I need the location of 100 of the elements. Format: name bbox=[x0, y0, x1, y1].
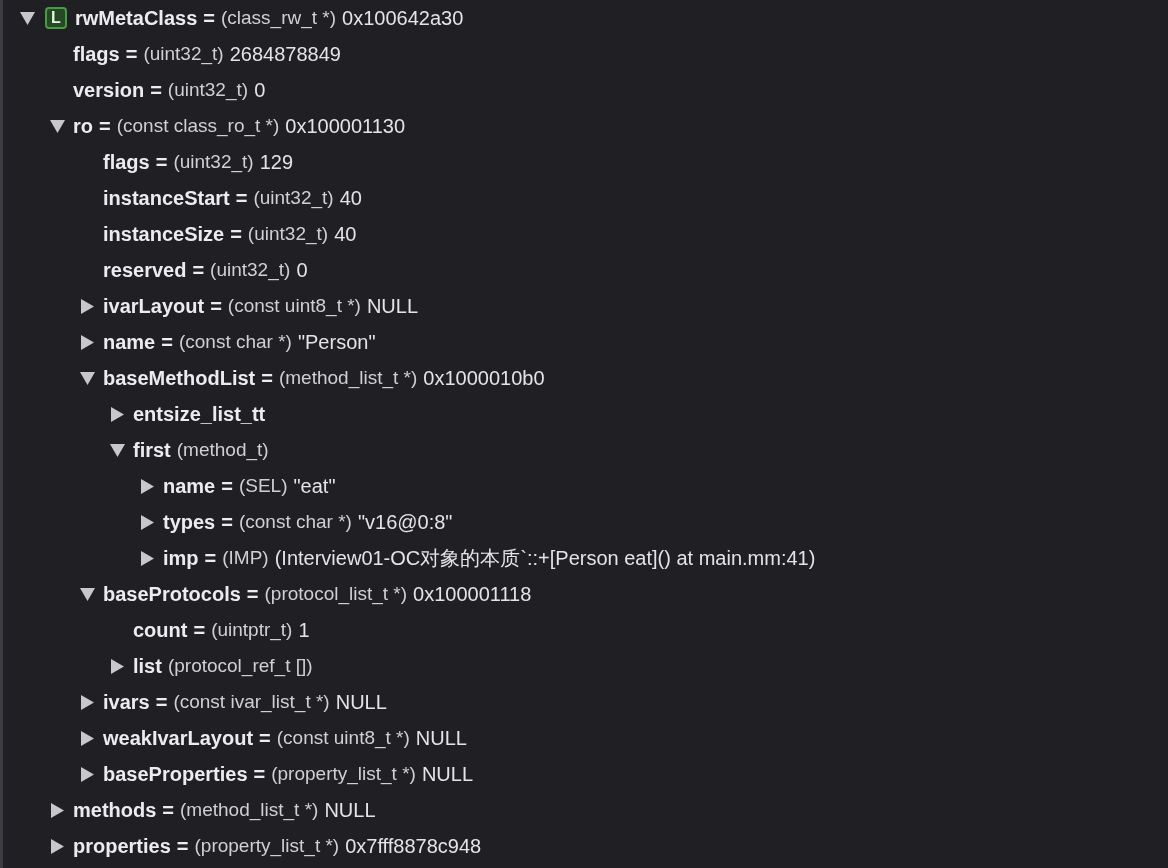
variable-type: (IMP) bbox=[222, 547, 269, 569]
variable-name: name bbox=[103, 330, 156, 354]
variable-value: NULL bbox=[366, 294, 419, 318]
variable-type: (uint32_t) bbox=[167, 79, 249, 101]
equals-sign: = bbox=[150, 78, 162, 102]
collapsed-triangle-icon[interactable] bbox=[80, 766, 95, 782]
equals-sign: = bbox=[99, 114, 111, 138]
collapsed-triangle-icon[interactable] bbox=[80, 694, 95, 710]
variable-value: 0 bbox=[296, 258, 308, 282]
equals-sign: = bbox=[176, 834, 189, 858]
variable-type: (uint32_t) bbox=[210, 259, 291, 281]
expanded-triangle-icon[interactable] bbox=[80, 586, 95, 602]
collapsed-triangle-icon[interactable] bbox=[50, 838, 65, 854]
variable-type: (const ivar_list_t *) bbox=[173, 691, 330, 713]
expanded-triangle-icon[interactable] bbox=[80, 370, 95, 386]
variable-type: (const uint8_t *) bbox=[227, 295, 361, 317]
variable-type: (class_rw_t *) bbox=[220, 7, 337, 29]
variable-type: (const char *) bbox=[178, 331, 292, 353]
variable-name: ro bbox=[73, 114, 93, 138]
variable-type: (method_list_t *) bbox=[278, 367, 418, 389]
equals-sign: = bbox=[192, 258, 205, 282]
equals-sign: = bbox=[230, 222, 242, 246]
variable-name: reserved bbox=[103, 258, 187, 282]
variable-type: (method_list_t *) bbox=[180, 799, 319, 821]
variable-type: (method_t) bbox=[176, 439, 269, 461]
variable-type: (uint32_t) bbox=[143, 43, 224, 65]
variable-name: baseMethodList bbox=[103, 366, 256, 390]
variable-type: (SEL) bbox=[238, 475, 288, 497]
collapsed-triangle-icon[interactable] bbox=[140, 514, 155, 530]
variable-type: (const class_ro_t *) bbox=[116, 115, 280, 137]
variable-name: count bbox=[133, 618, 188, 642]
local-variable-badge: L bbox=[45, 7, 67, 29]
equals-sign: = bbox=[125, 42, 138, 66]
equals-sign: = bbox=[210, 294, 222, 318]
equals-sign: = bbox=[204, 546, 217, 570]
variable-type: (uint32_t) bbox=[173, 151, 254, 173]
equals-sign: = bbox=[155, 690, 168, 714]
expanded-triangle-icon[interactable] bbox=[20, 10, 35, 26]
variable-type: (uint32_t) bbox=[247, 223, 329, 245]
expanded-triangle-icon[interactable] bbox=[50, 118, 65, 134]
variable-name: flags bbox=[73, 42, 120, 66]
variable-name: instanceSize bbox=[103, 222, 225, 246]
collapsed-triangle-icon[interactable] bbox=[80, 730, 95, 746]
equals-sign: = bbox=[253, 762, 266, 786]
variable-value: 0x7fff8878c948 bbox=[345, 834, 482, 858]
variable-type: (protocol_list_t *) bbox=[264, 583, 408, 605]
variable-value: 1 bbox=[298, 618, 310, 642]
variable-name: ivarLayout bbox=[103, 294, 205, 318]
variable-name: flags bbox=[103, 150, 150, 174]
variable-name: properties bbox=[73, 834, 171, 858]
variable-value: NULL bbox=[415, 726, 467, 750]
variable-name: rwMetaClass bbox=[75, 6, 198, 30]
variable-value: 0x100001118 bbox=[413, 582, 532, 606]
variable-value: NULL bbox=[324, 798, 376, 822]
equals-sign: = bbox=[235, 186, 248, 210]
variable-name: instanceStart bbox=[103, 186, 230, 210]
equals-sign: = bbox=[221, 510, 233, 534]
variable-value: NULL bbox=[421, 762, 473, 786]
equals-sign: = bbox=[155, 150, 168, 174]
variable-name: list bbox=[133, 654, 162, 678]
variable-value: 0 bbox=[254, 78, 266, 102]
variable-name: baseProtocols bbox=[103, 582, 241, 606]
variable-name: ivars bbox=[103, 690, 150, 714]
collapsed-triangle-icon[interactable] bbox=[80, 298, 95, 314]
variable-value: 40 bbox=[339, 186, 362, 210]
equals-sign: = bbox=[261, 366, 273, 390]
variable-value: NULL bbox=[335, 690, 387, 714]
variable-name: entsize_list_tt bbox=[133, 402, 266, 426]
collapsed-triangle-icon[interactable] bbox=[80, 334, 95, 350]
variable-value: 0x100001130 bbox=[285, 114, 406, 138]
variable-value: "eat" bbox=[293, 474, 336, 498]
variable-name: types bbox=[163, 510, 216, 534]
variable-type: (const char *) bbox=[238, 511, 352, 533]
variable-name: weakIvarLayout bbox=[103, 726, 254, 750]
equals-sign: = bbox=[161, 330, 173, 354]
variable-value: 40 bbox=[334, 222, 357, 246]
variable-value: 0x1000010b0 bbox=[423, 366, 545, 390]
collapsed-triangle-icon[interactable] bbox=[140, 550, 155, 566]
variable-value: 2684878849 bbox=[229, 42, 341, 66]
variable-type: (protocol_ref_t []) bbox=[167, 655, 313, 677]
equals-sign: = bbox=[162, 798, 175, 822]
variable-name: imp bbox=[163, 546, 199, 570]
variable-type: (property_list_t *) bbox=[194, 835, 340, 857]
variable-name: name bbox=[163, 474, 216, 498]
variable-value: (Interview01-OC对象的本质`::+[Person eat]() at main.mm:41) bbox=[274, 545, 816, 571]
collapsed-triangle-icon[interactable] bbox=[110, 658, 125, 674]
equals-sign: = bbox=[203, 6, 215, 30]
collapsed-triangle-icon[interactable] bbox=[50, 802, 65, 818]
equals-sign: = bbox=[246, 582, 259, 606]
variable-name: first bbox=[133, 438, 171, 462]
expanded-triangle-icon[interactable] bbox=[110, 442, 125, 458]
collapsed-triangle-icon[interactable] bbox=[140, 478, 155, 494]
variable-value: "Person" bbox=[297, 330, 376, 354]
collapsed-triangle-icon[interactable] bbox=[110, 406, 125, 422]
variable-type: (uintptr_t) bbox=[211, 619, 293, 641]
variable-type: (property_list_t *) bbox=[271, 763, 416, 785]
variable-name: baseProperties bbox=[103, 762, 248, 786]
equals-sign: = bbox=[193, 618, 206, 642]
variable-value: "v16@0:8" bbox=[357, 510, 453, 534]
equals-sign: = bbox=[221, 474, 233, 498]
